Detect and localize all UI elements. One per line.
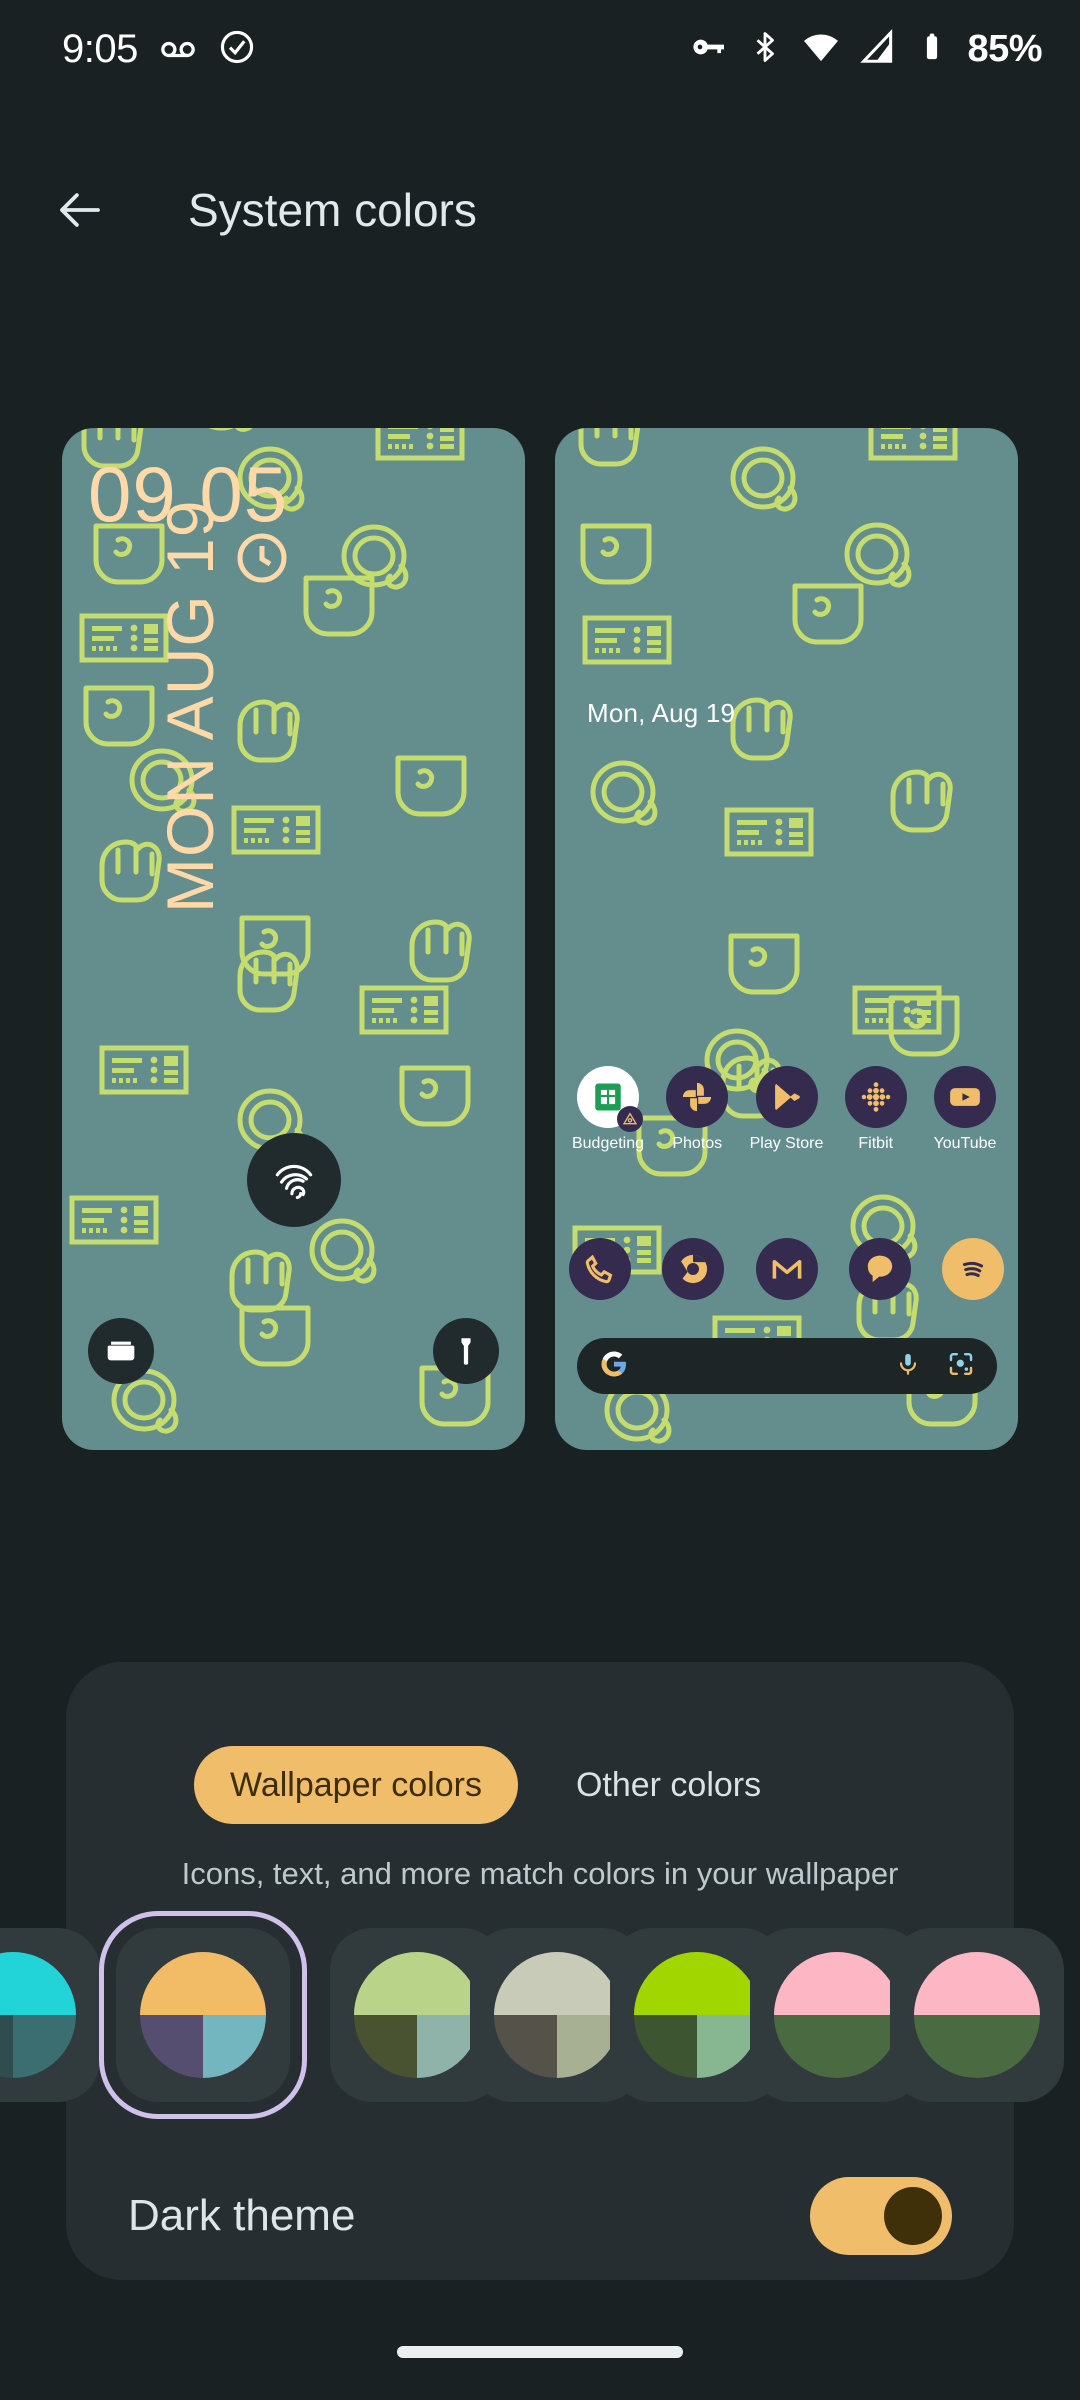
system-colors-screen: 9:05 85% System colors 09 05 MON AUG 19 … (0, 0, 1080, 2400)
google-g-icon (599, 1349, 629, 1384)
voicemail-icon (158, 27, 198, 72)
google-search-bar[interactable] (577, 1338, 997, 1394)
app-bar: System colors (0, 150, 1080, 270)
app-item-play-store[interactable]: Play Store (746, 1066, 828, 1153)
sheets-icon (577, 1066, 643, 1132)
battery-percent-label: 85% (967, 27, 1042, 70)
wifi-icon (801, 27, 841, 72)
app-label: Play Store (749, 1135, 824, 1152)
gmail-icon[interactable] (755, 1238, 818, 1300)
home-dock (555, 1238, 1018, 1300)
swatch-amber-selected[interactable] (99, 1911, 307, 2119)
messages-icon[interactable] (848, 1238, 911, 1300)
home-screen-preview[interactable]: Mon, Aug 19 Budgeting Photos Play Store … (555, 428, 1018, 1450)
app-label: Fitbit (858, 1135, 894, 1152)
google-lens-icon[interactable] (947, 1350, 975, 1383)
app-label: Budgeting (571, 1135, 645, 1152)
color-swatch-carousel[interactable] (0, 1911, 1080, 2119)
app-label: YouTube (933, 1135, 997, 1152)
toggle-thumb (884, 2187, 942, 2245)
swatch-preview (354, 1952, 480, 2078)
page-title: System colors (188, 184, 477, 236)
back-button[interactable] (40, 170, 120, 250)
phone-icon[interactable] (569, 1238, 631, 1300)
tab-wallpaper-colors[interactable]: Wallpaper colors (194, 1746, 518, 1824)
swatch-preview (140, 1952, 266, 2078)
microphone-icon[interactable] (895, 1351, 921, 1382)
photos-icon (666, 1066, 729, 1128)
wallpaper-previews: 09 05 MON AUG 19 Mon, Aug 19 Budgeting P… (0, 428, 1080, 1450)
play-store-icon (755, 1066, 818, 1128)
tab-label: Wallpaper colors (230, 1765, 482, 1804)
spotify-icon[interactable] (942, 1238, 1004, 1300)
youtube-icon (934, 1066, 996, 1128)
panel-description: Icons, text, and more match colors in yo… (181, 1856, 899, 1891)
battery-icon (915, 30, 949, 69)
app-item-budgeting[interactable]: Budgeting (567, 1066, 649, 1153)
status-bar-clock: 9:05 (62, 26, 138, 71)
vpn-key-icon (689, 27, 729, 72)
tab-label: Other colors (575, 1765, 762, 1804)
color-source-tabs: Wallpaper colors Other colors (66, 1746, 1014, 1824)
wallet-shortcut-button[interactable] (88, 1318, 154, 1384)
fitbit-icon (844, 1066, 907, 1128)
app-label: Photos (672, 1135, 723, 1152)
mobile-signal-icon (859, 28, 897, 71)
swatch-preview (494, 1952, 620, 2078)
swatch-preview (914, 1952, 1040, 2078)
dark-theme-toggle[interactable] (810, 2177, 952, 2255)
fingerprint-icon (275, 1164, 312, 1200)
home-gesture-handle[interactable] (397, 2346, 683, 2358)
flashlight-icon (461, 1338, 471, 1365)
chrome-icon[interactable] (662, 1238, 725, 1300)
arrow-left-icon (60, 193, 100, 227)
swatch-preview (0, 1952, 76, 2078)
lock-screen-preview[interactable]: 09 05 MON AUG 19 (62, 428, 525, 1450)
dark-theme-row[interactable]: Dark theme (66, 2152, 1014, 2280)
home-date-widget[interactable]: Mon, Aug 19 (587, 698, 735, 729)
app-item-fitbit[interactable]: Fitbit (835, 1066, 917, 1153)
status-bar: 9:05 85% (0, 0, 1080, 98)
home-app-grid: Budgeting Photos Play Store Fitbit YouTu… (555, 1066, 1018, 1153)
status-bar-left: 9:05 (62, 0, 256, 98)
wallpaper-doodle-pattern (69, 428, 491, 1434)
lock-screen-date: MON AUG 19 (153, 499, 227, 913)
dark-theme-label: Dark theme (128, 2191, 356, 2240)
flashlight-shortcut-button[interactable] (433, 1318, 499, 1384)
app-item-youtube[interactable]: YouTube (924, 1066, 1006, 1153)
tab-other-colors[interactable]: Other colors (540, 1746, 797, 1824)
fingerprint-unlock-button[interactable] (246, 1133, 341, 1227)
bluetooth-icon (747, 29, 783, 70)
app-item-photos[interactable]: Photos (656, 1066, 738, 1153)
check-circle-icon (218, 28, 256, 71)
swatch-preview (634, 1952, 760, 2078)
status-bar-right: 85% (689, 0, 1042, 98)
swatch-preview (774, 1952, 900, 2078)
wallet-icon (107, 1341, 135, 1361)
budget-badge-icon (617, 1106, 643, 1132)
swatch-pink-partial[interactable] (890, 1928, 1064, 2102)
swatch-cyan[interactable] (0, 1928, 100, 2102)
